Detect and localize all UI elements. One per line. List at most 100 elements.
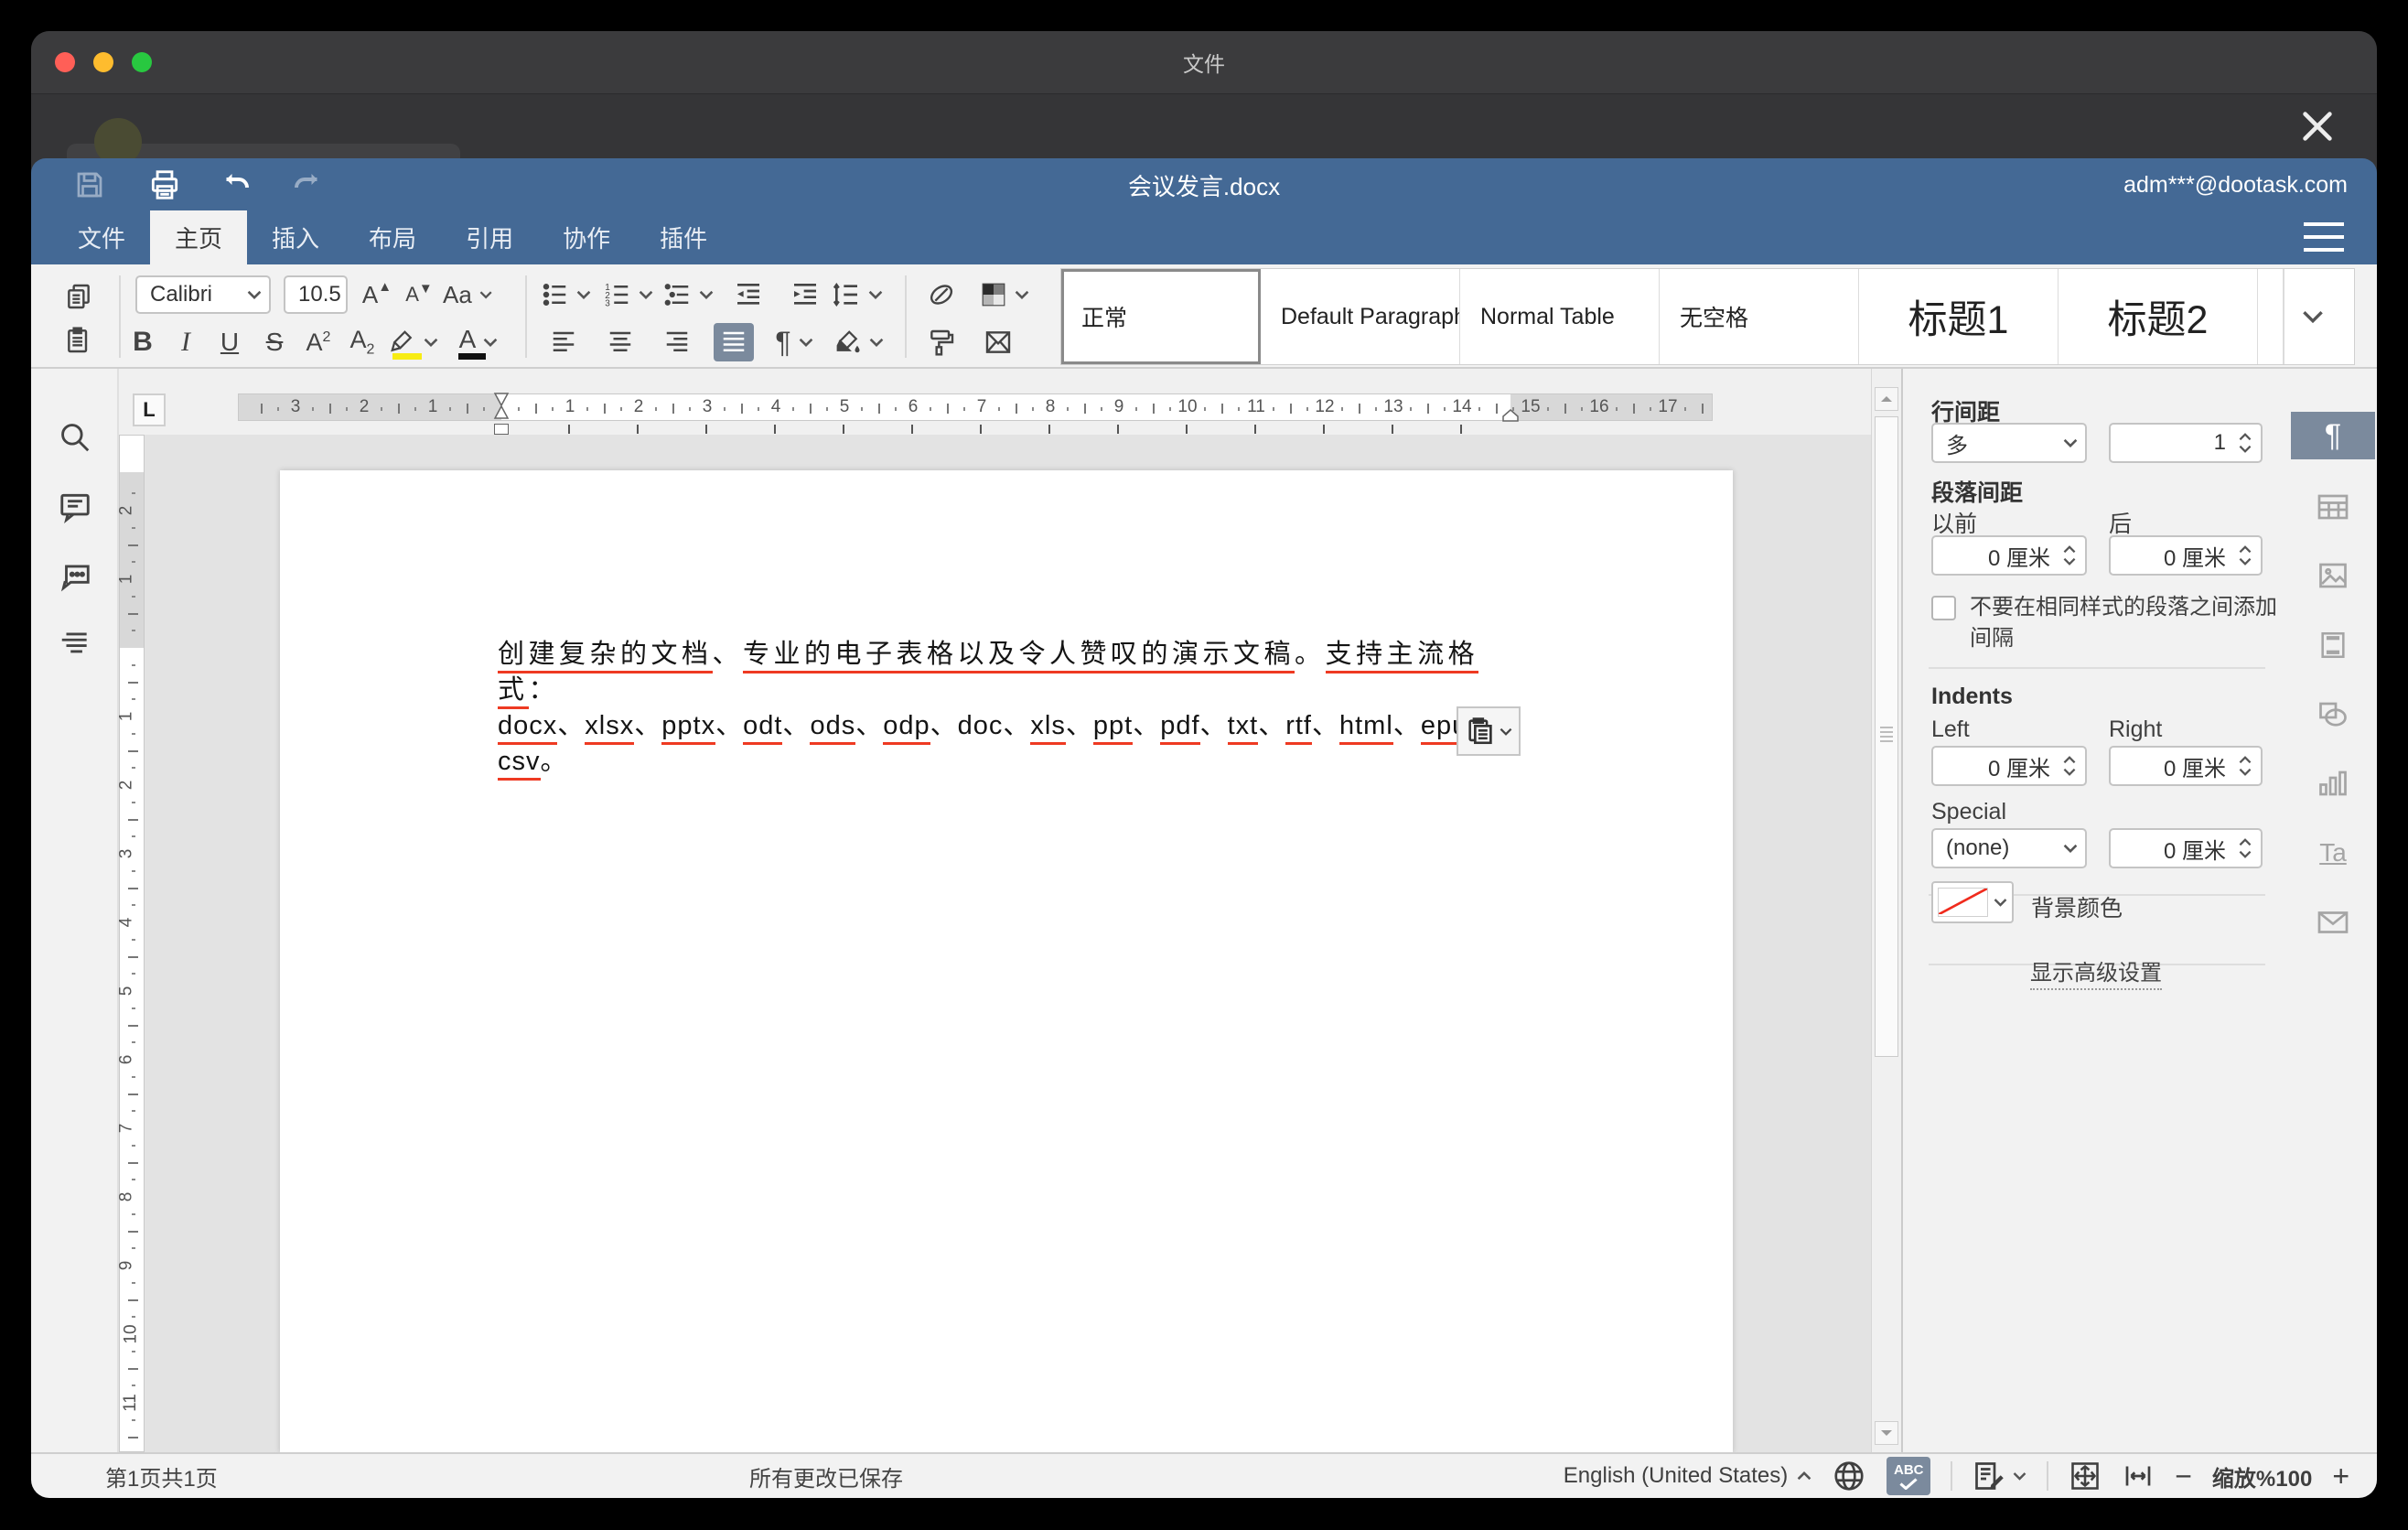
set-language-globe-icon[interactable]: [1832, 1459, 1866, 1493]
first-line-indent-marker[interactable]: [493, 393, 510, 422]
style-item-2[interactable]: Normal Table: [1460, 269, 1660, 364]
bullet-list-button[interactable]: [540, 275, 600, 314]
highlight-color-button[interactable]: [387, 323, 447, 361]
minimize-traffic-light[interactable]: [93, 52, 113, 72]
tab-1[interactable]: 主页: [150, 210, 247, 264]
decrease-indent-button[interactable]: [728, 275, 769, 314]
zoom-out-button[interactable]: −: [2175, 1460, 2192, 1493]
style-item-0[interactable]: 正常: [1061, 269, 1261, 364]
superscript-button[interactable]: A2: [298, 323, 339, 361]
header-footer-settings-tab[interactable]: [2291, 621, 2375, 669]
editor-window: 文件 会议发言.docx adm***@dootask.com 文件主页插入布: [31, 31, 2377, 1498]
scroll-up-icon[interactable]: [1875, 387, 1898, 411]
show-paragraph-marks-button[interactable]: ¶: [769, 323, 827, 361]
mail-merge-settings-tab[interactable]: [2291, 899, 2375, 946]
special-indent-spinner[interactable]: 0 厘米: [2109, 828, 2263, 868]
style-item-4[interactable]: 标题1: [1859, 269, 2059, 364]
undo-button[interactable]: [210, 163, 262, 207]
document-page[interactable]: 创建复杂的文档、专业的电子表格以及令人赞叹的演示文稿。支持主流格式： docx、…: [280, 470, 1733, 1452]
numbered-list-button[interactable]: 123: [602, 275, 662, 314]
track-changes-toggle[interactable]: [1973, 1460, 2026, 1492]
italic-button[interactable]: I: [167, 323, 204, 361]
indent-left-spinner[interactable]: 0 厘米: [1931, 746, 2087, 786]
special-indent-select[interactable]: (none): [1931, 828, 2087, 868]
search-icon[interactable]: [51, 414, 99, 461]
subscript-button[interactable]: A2: [342, 323, 382, 361]
multilevel-list-button[interactable]: [662, 275, 723, 314]
image-settings-tab[interactable]: [2291, 552, 2375, 599]
no-spacing-between-same-style-checkbox[interactable]: [1931, 596, 1956, 620]
indents-label: Indents: [1931, 684, 2013, 710]
underline-button[interactable]: U: [211, 323, 248, 361]
paste-options-button[interactable]: [1457, 706, 1521, 756]
change-case-button[interactable]: Aa: [443, 275, 500, 314]
align-right-button[interactable]: [657, 323, 697, 361]
maximize-traffic-light[interactable]: [132, 52, 152, 72]
paragraph-settings-tab[interactable]: ¶: [2291, 412, 2375, 459]
mail-merge-button[interactable]: [977, 323, 1019, 361]
document-area[interactable]: 创建复杂的文档、专业的电子表格以及令人赞叹的演示文稿。支持主流格式： docx、…: [119, 369, 1871, 1452]
clear-style-button[interactable]: [920, 275, 962, 314]
font-name-select[interactable]: Calibri: [135, 275, 271, 314]
close-traffic-light[interactable]: [55, 52, 75, 72]
spacing-before-spinner[interactable]: 0 厘米: [1931, 535, 2087, 576]
document-language-selector[interactable]: English (United States): [1564, 1463, 1811, 1489]
style-item-5[interactable]: 标题2: [2059, 269, 2258, 364]
table-shading-button[interactable]: [977, 275, 1039, 314]
table-settings-tab[interactable]: [2291, 483, 2375, 531]
print-button[interactable]: [139, 163, 190, 207]
align-center-button[interactable]: [600, 323, 640, 361]
paste-button[interactable]: [59, 321, 99, 360]
zoom-in-button[interactable]: +: [2332, 1460, 2349, 1493]
strikethrough-button[interactable]: S: [256, 323, 293, 361]
fit-page-button[interactable]: [2069, 1460, 2102, 1492]
tab-4[interactable]: 引用: [441, 210, 538, 264]
increase-indent-button[interactable]: [785, 275, 825, 314]
scroll-down-icon[interactable]: [1875, 1421, 1898, 1445]
increase-font-button[interactable]: A▲: [357, 275, 397, 314]
styles-gallery-expand-icon[interactable]: [2284, 269, 2340, 364]
line-spacing-select[interactable]: 多: [1931, 423, 2087, 463]
bold-button[interactable]: B: [124, 323, 161, 361]
tab-3[interactable]: 布局: [344, 210, 441, 264]
show-advanced-settings-link[interactable]: 显示高级设置: [1903, 954, 2289, 986]
spellcheck-toggle[interactable]: ABC: [1887, 1457, 1930, 1495]
chart-settings-tab[interactable]: [2291, 760, 2375, 807]
copy-style-button[interactable]: [920, 323, 962, 361]
font-size-select[interactable]: 10.5: [284, 275, 348, 314]
tab-0[interactable]: 文件: [53, 210, 150, 264]
menu-hamburger-icon[interactable]: [2304, 222, 2344, 252]
redo-button[interactable]: [282, 163, 333, 207]
zoom-level[interactable]: 缩放%100: [2212, 1460, 2312, 1492]
left-indent-marker[interactable]: [494, 424, 509, 435]
navigation-headings-icon[interactable]: [51, 620, 99, 668]
spacing-after-spinner[interactable]: 0 厘米: [2109, 535, 2263, 576]
indent-right-spinner[interactable]: 0 厘米: [2109, 746, 2263, 786]
align-justify-button[interactable]: [714, 323, 754, 361]
save-button[interactable]: [64, 163, 115, 207]
tab-stop-selector[interactable]: L: [133, 393, 166, 426]
style-item-1[interactable]: Default Paragraph: [1261, 269, 1460, 364]
align-left-button[interactable]: [543, 323, 584, 361]
font-color-button[interactable]: A: [453, 323, 511, 361]
fit-width-button[interactable]: [2122, 1460, 2155, 1492]
copy-button[interactable]: [59, 277, 99, 316]
tab-5[interactable]: 协作: [538, 210, 635, 264]
chat-icon[interactable]: [51, 553, 99, 600]
style-item-3[interactable]: 无空格: [1660, 269, 1859, 364]
line-spacing-value-spinner[interactable]: 1: [2109, 423, 2263, 463]
styles-gallery: 正常Default ParagraphNormal Table无空格标题1标题2: [1060, 268, 2355, 365]
line-spacing-button[interactable]: [831, 275, 891, 314]
close-modal-icon[interactable]: [2296, 105, 2338, 147]
scrollbar-thumb[interactable]: [1875, 416, 1898, 1057]
comments-icon[interactable]: [51, 483, 99, 531]
decrease-font-button[interactable]: A▼: [399, 275, 439, 314]
shape-settings-tab[interactable]: [2291, 691, 2375, 738]
tab-2[interactable]: 插入: [247, 210, 344, 264]
paragraph-shading-button[interactable]: [833, 323, 893, 361]
textart-settings-tab[interactable]: Ta: [2291, 829, 2375, 877]
doc-scrollbar[interactable]: [1871, 369, 1901, 1452]
tab-6[interactable]: 插件: [635, 210, 732, 264]
background-color-picker[interactable]: [1931, 881, 2014, 923]
right-indent-marker[interactable]: [1502, 409, 1519, 422]
